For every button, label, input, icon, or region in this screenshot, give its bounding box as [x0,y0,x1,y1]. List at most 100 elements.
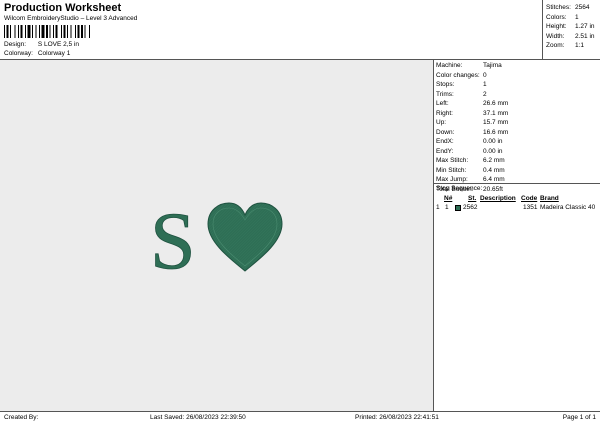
row-brand: Madeira Classic 40 [540,204,596,211]
barcode-bar [81,25,83,38]
stat-width: Width: 2.51 in [546,32,595,42]
machine-info-label: Right: [436,109,453,117]
stat-label: Height: [546,23,567,30]
colorway-value: Colorway 1 [37,50,71,57]
barcode-bar [46,25,48,38]
machine-info-value: 0.4 mm [483,166,505,174]
stat-colors: Colors: 1 [546,13,595,23]
barcode-bar [53,25,54,38]
machine-info-row: Right: 37.1 mm [436,109,508,119]
barcode-bar [35,25,37,38]
machine-info-label: Up: [436,119,447,126]
created-by: Created By: [4,414,39,421]
last-saved: Last Saved: 26/08/2023 22:39:50 [150,414,246,421]
machine-info-value: 0.00 in [483,138,503,145]
row-needle: 1 [445,204,449,211]
machine-info-row: Left: 26.6 mm [436,99,508,109]
machine-info-value: 20.65ft [483,185,503,193]
barcode-bar [41,25,45,38]
barcode-bar [89,25,90,38]
footer-divider [0,411,600,412]
machine-info-value: 0.00 in [483,147,503,155]
barcode-bar [70,25,72,38]
barcode-bar [32,25,33,38]
machine-info-value: 16.6 mm [483,128,509,136]
stat-label: Colors: [546,13,567,21]
row-index: 1 [436,204,440,211]
machine-info-value: 37.1 mm [483,109,509,117]
colorway-label: Colorway: [4,50,33,57]
stat-value: 1:1 [575,42,585,49]
stat-value: 1.27 in [575,23,595,30]
row-stitches: 2562 [463,204,478,211]
col-header-brand: Brand [540,195,559,202]
barcode-bar [25,25,26,38]
machine-info-row: EndY: 0.00 in [436,147,508,157]
stat-label: Zoom: [546,42,565,49]
machine-info-label: Left: [436,100,449,107]
design-label: Design: [4,41,27,48]
machine-info-row: Up: 15.7 mm [436,118,508,128]
software-subtitle: Wilcom EmbroideryStudio – Level 3 Advanc… [4,15,138,22]
col-header-stitches: St. [468,195,477,202]
stat-stitches: Stitches: 2564 [546,3,595,13]
col-header-description: Description [480,195,516,202]
machine-info-label: EndY: [436,147,454,155]
barcode-bar [55,25,58,38]
machine-info-label: Down: [436,128,455,136]
design-value: S LOVE 2,5 in [37,41,80,48]
canvas-divider [433,60,434,411]
machine-info-label: Min Stitch: [436,166,467,174]
machine-info-row: Stops: 1 [436,80,508,90]
barcode-bar [20,25,23,38]
machine-info-row: Down: 16.6 mm [436,128,508,138]
machine-info-row: Machine: Tajima [436,61,508,71]
machine-info-value: 6.4 mm [483,176,505,183]
barcode-bar [77,25,80,38]
printed-date: Printed: 26/08/2023 22:41:51 [355,414,439,421]
heart-embroidery [207,202,283,272]
letter-s-embroidery: S [150,195,196,286]
stop-sequence-table: N# St. Description Code Brand 1 1 2562 1… [436,195,600,215]
header-divider-vertical [542,0,543,59]
barcode-bar [18,25,19,38]
page-number: Page 1 of 1 [562,414,596,421]
machine-info-row: Min Stitch: 0.4 mm [436,166,508,176]
barcode-bar [67,25,68,38]
machine-info-value: 0 [483,71,487,79]
machine-info-value: 2 [483,90,487,98]
machine-info-value: 15.7 mm [483,119,509,126]
stop-sequence-divider [434,183,600,184]
machine-info-label: Machine: [436,62,463,69]
machine-info-label: Color changes: [436,71,480,79]
stats-panel: Stitches: 2564 Colors: 1 Height: 1.27 in Wi… [546,3,595,51]
barcode-bar [63,25,66,38]
barcode-bar [61,25,62,38]
col-header-n: N# [444,195,453,202]
barcode-bar [4,25,5,38]
machine-info-label: EndX: [436,138,454,145]
machine-info-label: Stops: [436,81,455,88]
stat-label: Stitches: [546,4,571,11]
machine-info-value: 1 [483,81,487,88]
stat-zoom: Zoom: 1:1 [546,41,595,51]
barcode [4,25,90,38]
thread-color-swatch [455,204,461,211]
barcode-bar [84,25,86,38]
barcode-bar [14,25,16,38]
stat-value: 2564 [575,4,590,11]
stat-height: Height: 1.27 in [546,22,595,32]
design-row: Design: S LOVE 2,5 in [4,41,79,49]
page-title: Production Worksheet [4,2,122,14]
design-preview-canvas: S [0,60,433,411]
machine-info-value: 26.6 mm [483,100,509,107]
design-preview: S [150,195,283,286]
stat-value: 2.51 in [575,32,595,40]
machine-info-value: Tajima [483,62,502,69]
barcode-bar [27,25,31,38]
barcode-bar [75,25,76,38]
stat-label: Width: [546,32,565,40]
machine-info-row: Color changes: 0 [436,71,508,81]
colorway-row: Colorway: Colorway 1 [4,50,70,58]
machine-info-label: Trims: [436,90,454,98]
